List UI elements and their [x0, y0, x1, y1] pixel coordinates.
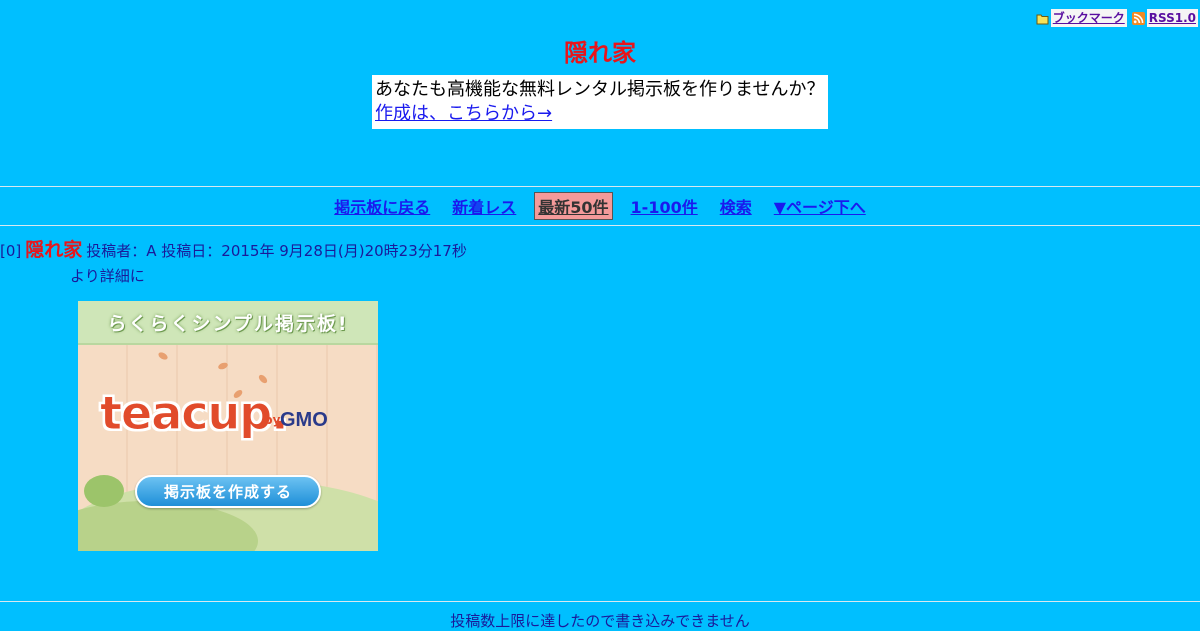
- nav-search[interactable]: 検索: [720, 194, 752, 218]
- site-title: 隠れ家: [564, 39, 636, 67]
- nav-page-bottom[interactable]: ▼ページ下へ: [774, 194, 866, 218]
- divider-top: [0, 186, 1200, 187]
- tree-icon: [84, 475, 124, 507]
- top-links: ブックマーク RSS1.0: [1036, 9, 1198, 27]
- promo-text: あなたも高機能な無料レンタル掲示板を作りませんか？: [375, 79, 825, 100]
- rss-group: RSS1.0: [1131, 9, 1198, 27]
- nav-latest-50[interactable]: 最新50件: [534, 192, 613, 220]
- teacup-logo: teacup.: [100, 386, 290, 441]
- nav-back-to-board[interactable]: 掲示板に戻る: [334, 194, 430, 218]
- create-board-button[interactable]: 掲示板を作成する: [135, 475, 321, 508]
- bookmark-link[interactable]: ブックマーク: [1050, 9, 1127, 27]
- rss-link[interactable]: RSS1.0: [1146, 9, 1198, 27]
- promo-create-link[interactable]: 作成は、こちらから→: [375, 102, 825, 126]
- post-meta: 投稿者：A 投稿日：2015年 9月28日(月)20時23分17秒: [86, 242, 467, 260]
- divider-bottom: [0, 601, 1200, 602]
- banner-headline: らくらくシンプル掲示板!: [78, 301, 378, 345]
- rss-icon: [1131, 11, 1145, 25]
- post-body: より詳細に: [70, 267, 145, 285]
- post-header: [0] 隠れ家 投稿者：A 投稿日：2015年 9月28日(月)20時23分17…: [0, 235, 467, 262]
- divider-nav: [0, 225, 1200, 226]
- nav-new-replies[interactable]: 新着レス: [452, 194, 516, 218]
- folder-icon: [1036, 12, 1049, 25]
- post-number: [0]: [0, 242, 22, 260]
- promo-box: あなたも高機能な無料レンタル掲示板を作りませんか？ 作成は、こちらから→: [372, 75, 828, 129]
- thread-nav: 掲示板に戻る 新着レス 最新50件 1-100件 検索 ▼ページ下へ: [0, 192, 1200, 220]
- banner-by: by: [264, 413, 281, 427]
- gmo-logo: GMO: [280, 409, 328, 431]
- nav-1-100[interactable]: 1-100件: [631, 194, 698, 218]
- bookmark-group: ブックマーク: [1036, 9, 1127, 27]
- teacup-banner[interactable]: らくらくシンプル掲示板! teacup. by GMO 掲示板を作成する: [78, 301, 378, 551]
- post-author-name: 隠れ家: [25, 239, 83, 261]
- posting-limit-notice: 投稿数上限に達したので書き込みできません: [450, 612, 750, 630]
